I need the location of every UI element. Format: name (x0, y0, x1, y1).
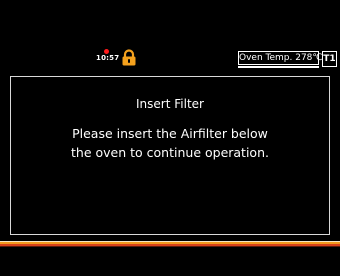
dialog-message-line-2: the oven to continue operation. (71, 145, 269, 160)
status-bar: 10:57 Oven Temp. 278℃ T1 (0, 0, 340, 70)
clock-time: 10:57 (96, 54, 120, 62)
clock: 10:57 (96, 49, 120, 63)
dialog-title: Insert Filter (136, 97, 204, 111)
dialog-message-line-1: Please insert the Airfilter below (72, 126, 268, 141)
lock-icon[interactable] (121, 49, 137, 66)
oven-temperature-underline (238, 66, 319, 68)
profile-indicator[interactable]: T1 (322, 51, 337, 67)
dialog-message: Please insert the Airfilter below the ov… (11, 124, 329, 162)
oven-temperature-display[interactable]: Oven Temp. 278℃ (238, 51, 323, 65)
insert-filter-dialog: Insert Filter Please insert the Airfilte… (10, 76, 330, 235)
accent-stripe-shadow (0, 246, 340, 247)
